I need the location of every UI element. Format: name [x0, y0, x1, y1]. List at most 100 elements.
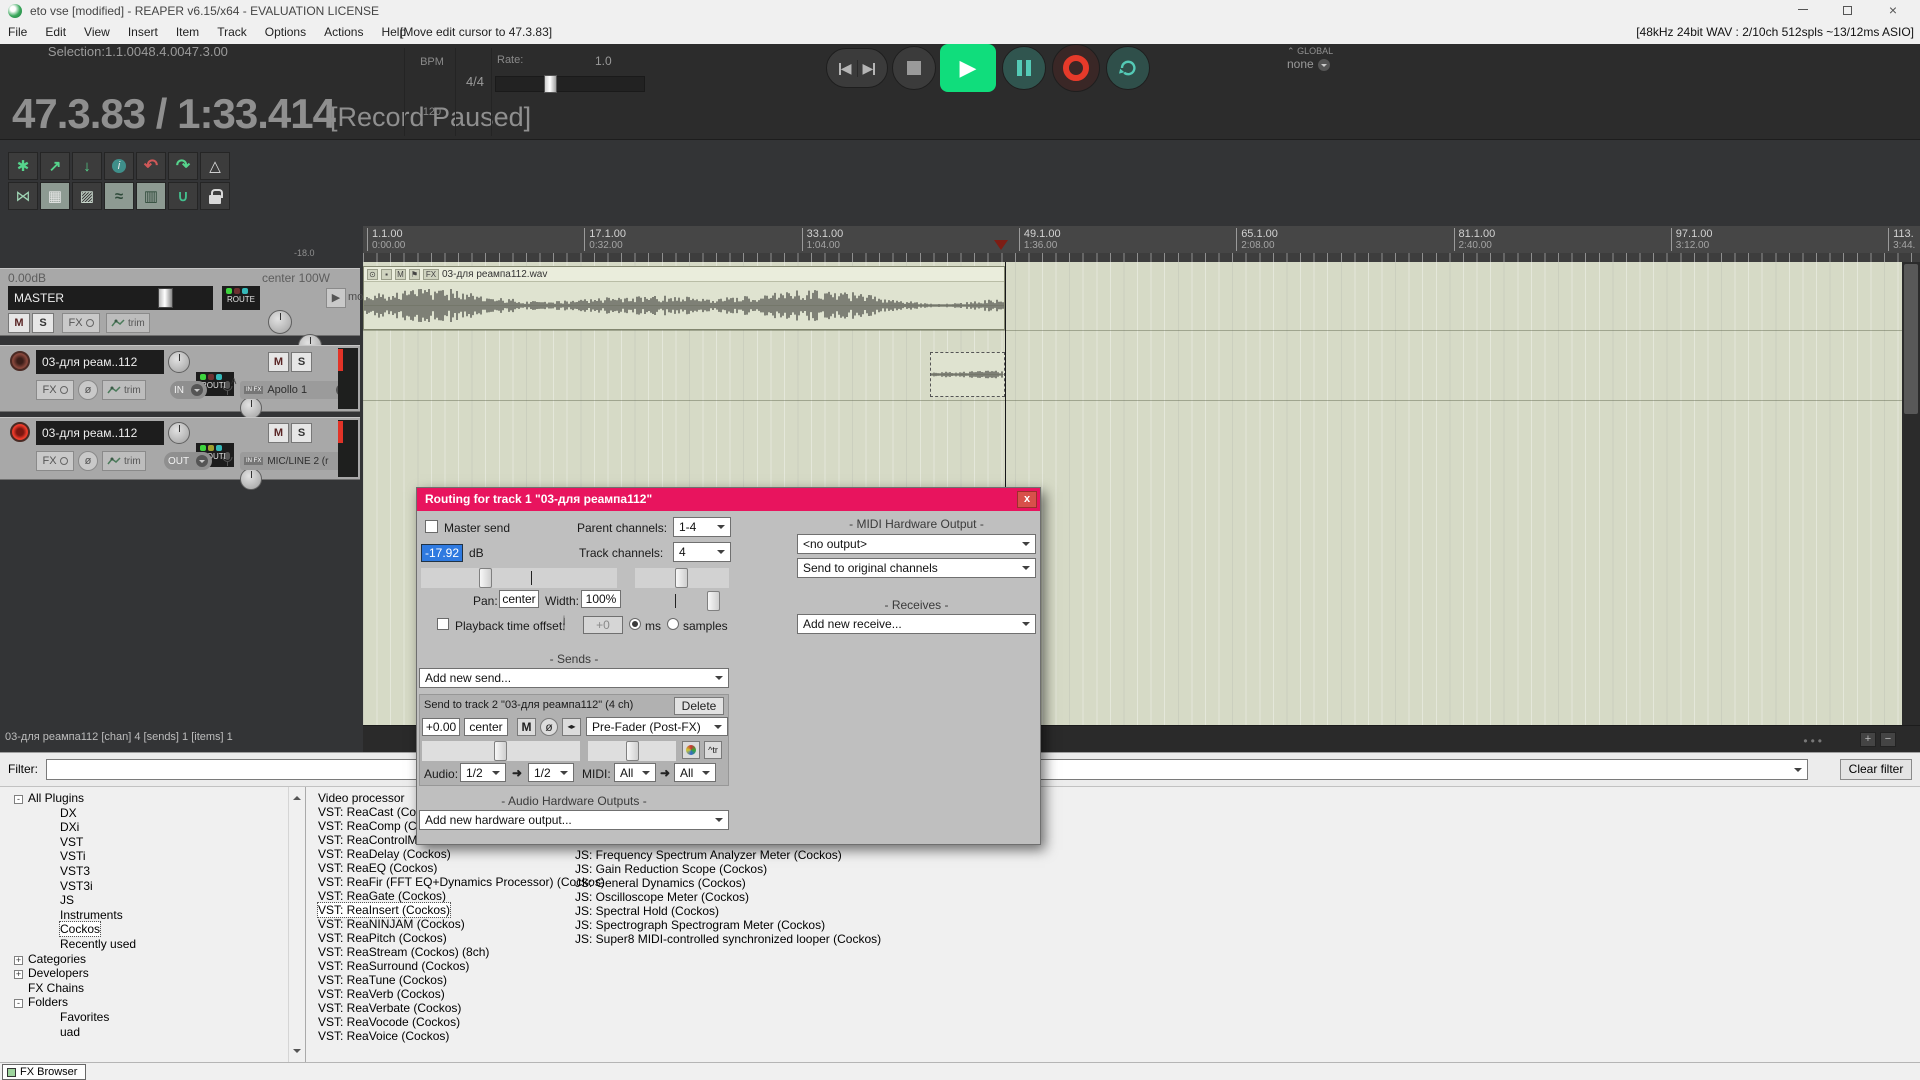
add-hw-output-combo[interactable]: Add new hardware output... — [419, 810, 729, 830]
plugin-list-item[interactable]: VST: ReaVoice (Cockos) — [318, 1029, 605, 1043]
ruler-mark[interactable]: 65.1.00 2:08.00 — [1236, 228, 1278, 251]
fx-tree-item[interactable]: FX Chains — [0, 981, 305, 996]
pan-value-field[interactable]: center — [499, 590, 539, 608]
fx-tree-item[interactable]: -All Plugins — [0, 791, 305, 806]
fx-tree-item[interactable]: VST3 — [0, 864, 305, 879]
vertical-scrollbar[interactable] — [1902, 262, 1920, 725]
metronome-icon[interactable] — [200, 152, 230, 180]
track-phase-button[interactable]: ø — [78, 380, 98, 400]
master-trim-envelope-button[interactable]: trim — [106, 313, 150, 333]
track-volume-slider[interactable] — [421, 568, 617, 588]
dialog-close-button[interactable]: x — [1017, 491, 1037, 508]
stop-button[interactable] — [892, 46, 936, 90]
delete-send-button[interactable]: Delete — [674, 697, 724, 715]
ruler-mark[interactable]: 17.1.00 0:32.00 — [584, 228, 626, 251]
play-button[interactable]: ▶ — [940, 44, 996, 92]
repeat-button[interactable] — [1106, 46, 1150, 90]
tree-expander-icon[interactable]: - — [14, 999, 23, 1008]
fx-tree-item[interactable]: -Folders — [0, 995, 305, 1010]
tree-expander-icon[interactable]: - — [14, 795, 23, 804]
track-channels-combo[interactable]: 4 — [673, 542, 731, 562]
fx-tree-item[interactable]: VST — [0, 835, 305, 850]
menu-item[interactable]: Insert — [128, 25, 158, 39]
track-volume-field[interactable]: -17.92 — [421, 544, 463, 562]
midi-channel-combo[interactable]: Send to original channels — [797, 558, 1036, 578]
media-item-track1[interactable]: ⊙ ▪ M ⚑ FX 03-для реампа112.wav — [363, 266, 1005, 330]
track-phase-button[interactable]: ø — [78, 451, 98, 471]
master-fx-button[interactable]: FX — [62, 313, 100, 333]
midi-output-combo[interactable]: <no output> — [797, 534, 1036, 554]
track-volume-knob[interactable] — [240, 397, 262, 419]
grouping-icon[interactable] — [40, 182, 70, 210]
track-pan-knob[interactable] — [168, 422, 190, 444]
master-send-checkbox[interactable] — [425, 520, 438, 533]
plugin-list-item[interactable]: JS: Super8 MIDI-controlled synchronized … — [575, 932, 881, 946]
send-volume-field[interactable]: +0.00 — [422, 718, 460, 736]
track-trim-envelope-button[interactable]: trim — [102, 451, 146, 471]
rate-slider[interactable] — [495, 76, 645, 92]
plugin-list-item[interactable]: VST: ReaTune (Cockos) — [318, 973, 605, 987]
record-arm-button[interactable] — [10, 422, 30, 442]
track-name[interactable]: 03-для реам..112 — [36, 421, 164, 445]
edit-cursor-marker[interactable] — [994, 240, 1008, 257]
fx-tree-item[interactable]: Recently used — [0, 937, 305, 952]
timeline-ruler[interactable]: 1.1.00 0:00.00 17.1.00 0:32.00 33.1.00 1… — [363, 226, 1920, 262]
menu-item[interactable]: Actions — [324, 25, 363, 39]
plugin-list-item[interactable]: VST: ReaInsert (Cockos) — [318, 903, 450, 917]
item-loop-icon[interactable]: ⊙ — [367, 269, 378, 280]
plugin-list-item[interactable]: VST: ReaSurround (Cockos) — [318, 959, 605, 973]
menu-item[interactable]: File — [8, 25, 27, 39]
bpm-cell[interactable]: BPM 120 — [408, 44, 456, 118]
send-phase-button[interactable]: ø — [540, 718, 558, 736]
width-value-field[interactable]: 100% — [581, 590, 621, 608]
add-receive-combo[interactable]: Add new receive... — [797, 614, 1036, 634]
send-midi-wheel-icon[interactable] — [682, 741, 700, 759]
scroll-up-icon[interactable] — [293, 792, 301, 800]
slider-handle[interactable] — [479, 568, 492, 588]
track-mute-button[interactable]: M — [268, 423, 289, 443]
item-fx-icon[interactable]: FX — [423, 269, 439, 280]
fx-tree-item[interactable]: JS — [0, 893, 305, 908]
fx-tree-item[interactable]: uad — [0, 1025, 305, 1040]
menu-item[interactable]: Item — [176, 25, 199, 39]
ruler-mark[interactable]: 81.1.00 2:40.00 — [1454, 228, 1496, 251]
midi-from-combo[interactable]: All — [614, 763, 656, 782]
send-pan-slider[interactable] — [588, 741, 676, 761]
samples-radio[interactable] — [667, 618, 679, 630]
fx-tree-item[interactable]: VST3i — [0, 879, 305, 894]
bpm-value[interactable]: 120 — [408, 106, 456, 118]
menu-item[interactable]: View — [84, 25, 110, 39]
item-edit-icon[interactable] — [72, 182, 102, 210]
fx-tree-item[interactable]: VSTi — [0, 849, 305, 864]
maximize-button[interactable] — [1830, 2, 1864, 20]
global-automation-control[interactable]: ⌃ GLOBAL none — [1287, 46, 1347, 71]
ruler-mark[interactable]: 97.1.00 3:12.00 — [1671, 228, 1713, 251]
plugin-list-item[interactable]: JS: Spectral Hold (Cockos) — [575, 904, 881, 918]
send-mode-combo[interactable]: Pre-Fader (Post-FX) — [586, 717, 728, 736]
scrollbar-thumb[interactable] — [1904, 264, 1918, 414]
pause-button[interactable] — [1002, 46, 1046, 90]
plugin-list-item[interactable]: VST: ReaPitch (Cockos) — [318, 931, 605, 945]
track-name[interactable]: 03-для реам..112 — [36, 350, 164, 374]
slider-handle[interactable] — [494, 741, 507, 761]
undo-icon[interactable] — [136, 152, 166, 180]
plugin-list-item[interactable]: VST: ReaVocode (Cockos) — [318, 1015, 605, 1029]
transport-timecode[interactable]: 47.3.83 / 1:33.414 — [12, 90, 335, 138]
item-mute-icon[interactable]: M — [395, 269, 406, 280]
slider-handle[interactable] — [626, 741, 639, 761]
plugin-list-item[interactable]: JS: General Dynamics (Cockos) — [575, 876, 881, 890]
track-solo-button[interactable]: S — [291, 352, 312, 372]
tree-scrollbar[interactable] — [288, 787, 305, 1062]
record-button[interactable] — [1052, 44, 1100, 92]
send-mute-button[interactable]: M — [517, 718, 536, 736]
plugin-list-item[interactable]: JS: Frequency Spectrum Analyzer Meter (C… — [575, 848, 881, 862]
master-route-button[interactable]: ROUTE — [222, 286, 260, 310]
ripple-edit-icon[interactable] — [168, 182, 198, 210]
midi-to-combo[interactable]: All — [674, 763, 716, 782]
track-output-button[interactable]: OUT — [164, 452, 212, 470]
media-item-header[interactable]: ⊙ ▪ M ⚑ FX 03-для реампа112.wav — [364, 267, 1004, 282]
fx-tree-item[interactable]: DX — [0, 806, 305, 821]
fx-tree-item[interactable]: Instruments — [0, 908, 305, 923]
track-pan-slider[interactable] — [635, 568, 729, 588]
send-volume-slider[interactable] — [422, 741, 580, 761]
